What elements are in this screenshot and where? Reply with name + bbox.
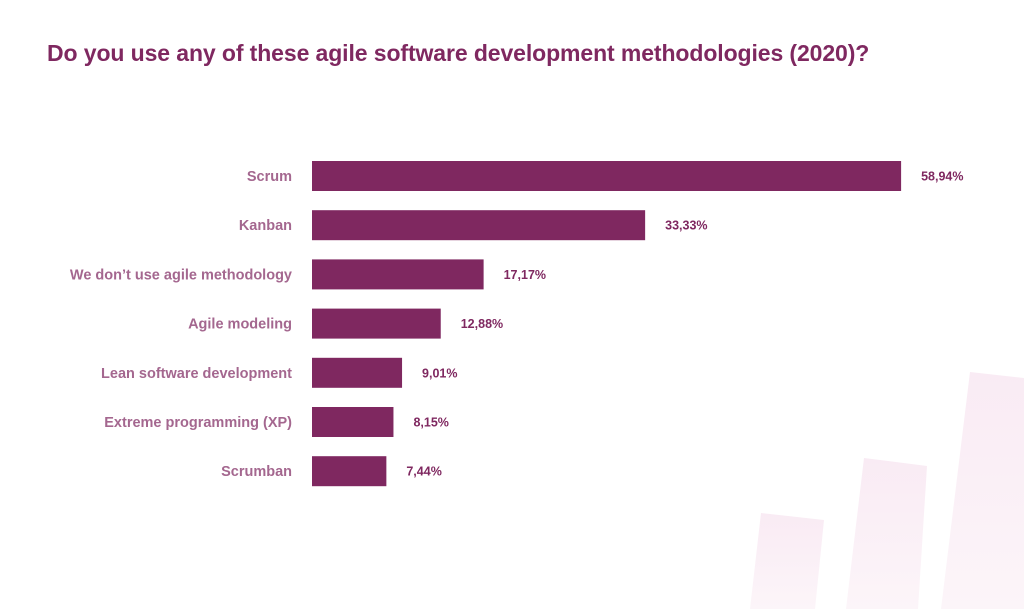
bars-group: Scrum 58,94% Kanban 33,33% We don’t use agil… — [70, 161, 964, 487]
value-label: 7,44% — [406, 465, 441, 479]
bar — [312, 407, 394, 437]
value-label: 17,17% — [504, 268, 546, 282]
bar — [312, 357, 403, 388]
category-label: Scrum — [247, 169, 292, 185]
bar-chart: Scrum 58,94% Kanban 33,33% We don’t use agil… — [70, 161, 964, 487]
category-label: Extreme programming (XP) — [104, 415, 292, 431]
value-label: 58,94% — [921, 170, 963, 184]
bar — [312, 161, 902, 191]
bar — [312, 308, 441, 339]
bar — [312, 259, 484, 290]
category-label: Scrumban — [221, 464, 292, 480]
category-label: Kanban — [239, 218, 292, 234]
value-label: 9,01% — [422, 366, 457, 380]
category-label: Lean software development — [101, 366, 292, 382]
category-label: Agile modeling — [188, 317, 292, 333]
value-label: 33,33% — [665, 219, 707, 233]
category-label: We don’t use agile methodology — [70, 267, 292, 283]
bar — [312, 210, 646, 241]
bar — [312, 456, 387, 487]
value-label: 8,15% — [413, 416, 448, 430]
value-label: 12,88% — [461, 317, 503, 331]
